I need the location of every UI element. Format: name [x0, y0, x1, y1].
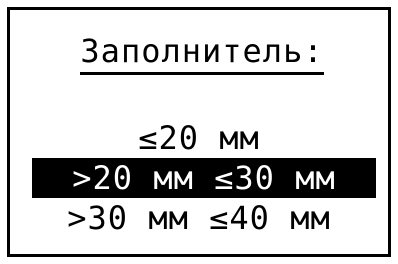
menu-item-20-to-30mm[interactable]: >20 мм ≤30 мм [32, 158, 376, 198]
screen-frame: Заполнитель: ≤20 мм >20 мм ≤30 мм >30 мм… [7, 7, 391, 257]
menu-item-30-to-40mm[interactable]: >30 мм ≤40 мм [10, 198, 388, 238]
lcd-screen: Заполнитель: ≤20 мм >20 мм ≤30 мм >30 мм… [0, 0, 398, 264]
page-title-text: Заполнитель: [80, 32, 324, 75]
aggregate-size-menu: ≤20 мм >20 мм ≤30 мм >30 мм ≤40 мм [10, 118, 388, 238]
menu-item-up-to-20mm[interactable]: ≤20 мм [10, 118, 388, 158]
page-title: Заполнитель: [10, 32, 394, 75]
